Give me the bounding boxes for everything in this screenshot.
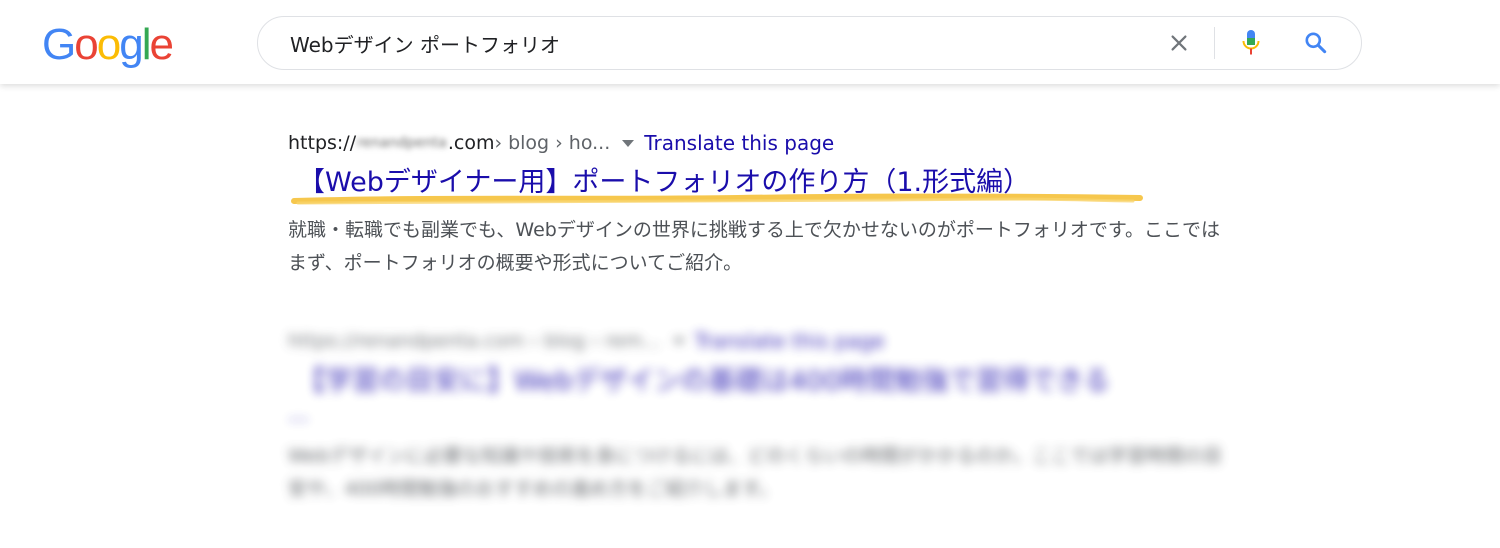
result-title-link[interactable]: 【学習の目安に】Webデザインの基礎は400時間勉強で習得できる bbox=[298, 360, 1248, 404]
search-box bbox=[257, 16, 1362, 70]
clear-search-button[interactable] bbox=[1163, 27, 1195, 59]
search-result-blurred: https://renandpenta.com › blog › rem... … bbox=[288, 326, 1248, 506]
search-icon bbox=[1305, 32, 1327, 54]
logo-letter: g bbox=[119, 20, 144, 69]
result-menu-caret-icon[interactable] bbox=[622, 139, 635, 147]
highlight-underline bbox=[291, 193, 1143, 205]
translate-page-link[interactable]: Translate this page bbox=[695, 326, 885, 356]
search-result: https://renandpenta .com › blog › ho... T… bbox=[288, 128, 1248, 280]
result-url-prefix: https:// bbox=[288, 132, 357, 154]
result-url: https://renandpenta.com › blog › rem... bbox=[288, 330, 661, 352]
logo-letter: o bbox=[96, 20, 122, 69]
google-logo[interactable]: Google bbox=[42, 20, 174, 70]
close-icon bbox=[1171, 35, 1187, 51]
voice-search-button[interactable] bbox=[1234, 26, 1268, 60]
translate-page-link[interactable]: Translate this page bbox=[644, 128, 834, 158]
logo-letter: G bbox=[42, 20, 76, 69]
microphone-icon bbox=[1242, 30, 1260, 55]
result-title-ellipsis: ... bbox=[288, 402, 309, 427]
result-url-blurred: renandpenta bbox=[357, 135, 447, 151]
result-menu-caret-icon[interactable] bbox=[672, 337, 685, 345]
result-url-suffix: .com bbox=[447, 132, 495, 154]
result-snippet: Webデザインに必要な知識や技術を身につけるには、どのくらいの時間がかかるのか。… bbox=[288, 445, 1223, 500]
search-divider bbox=[1214, 27, 1215, 59]
search-button[interactable] bbox=[1300, 27, 1332, 59]
search-input[interactable] bbox=[290, 27, 1110, 59]
search-results-page: Google Webデザイン ポートフォリオ https:// renandpe… bbox=[0, 0, 1500, 548]
logo-letter: e bbox=[149, 20, 174, 69]
logo-letter: l bbox=[141, 20, 152, 69]
header-bar: Google bbox=[0, 0, 1500, 84]
result-cite: https://renandpenta .com › blog › ho... T… bbox=[288, 128, 1248, 158]
result-snippet: 就職・転職でも副業でも、Webデザインの世界に挑戦する上で欠かせないのがポートフ… bbox=[288, 219, 1220, 274]
result-breadcrumb: › blog › ho... bbox=[494, 132, 611, 154]
result-cite: https://renandpenta.com › blog › rem... … bbox=[288, 326, 1248, 356]
logo-letter: o bbox=[74, 20, 99, 69]
